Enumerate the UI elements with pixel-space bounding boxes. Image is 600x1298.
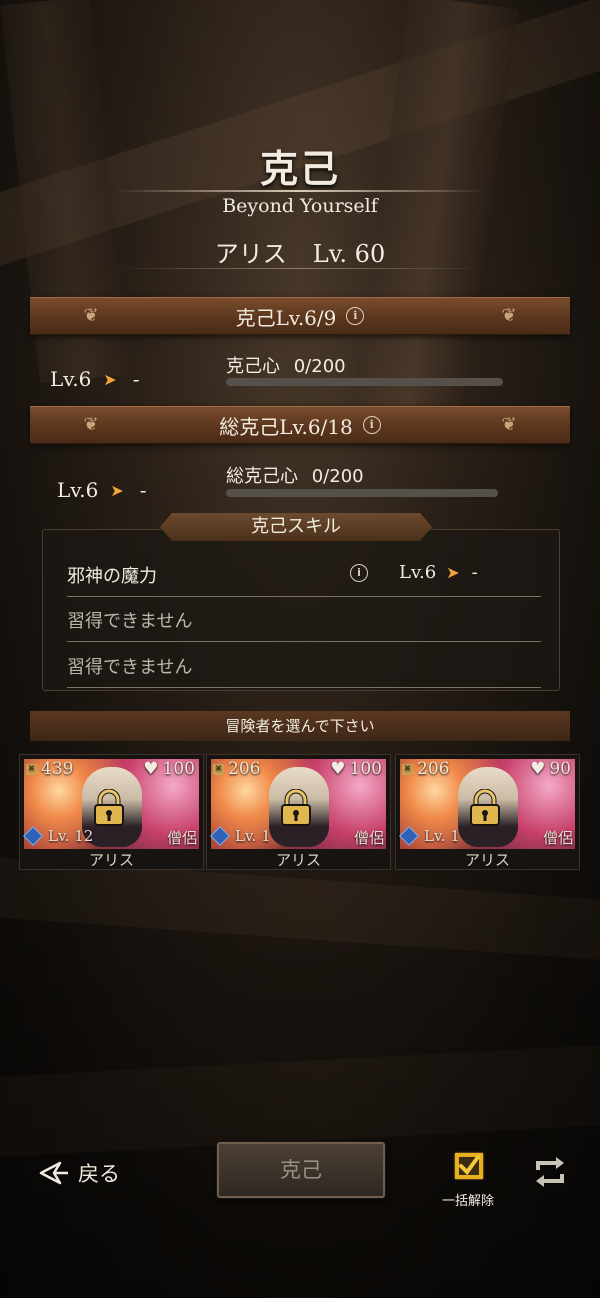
ornament-icon: ❦ bbox=[83, 414, 99, 435]
total-limit-break-progress: 総克己心 0/200 bbox=[226, 462, 364, 488]
total-limit-break-level: Lv.6 ➤ - bbox=[57, 478, 146, 502]
bulk-release-button[interactable]: 一括解除 bbox=[436, 1150, 500, 1209]
card-job: 僧侶 bbox=[353, 829, 384, 847]
next-level: - bbox=[139, 478, 147, 502]
lock-icon bbox=[470, 789, 500, 826]
card-name: アリス bbox=[275, 851, 321, 869]
bulk-release-label: 一括解除 bbox=[441, 1194, 494, 1209]
chevron-right-icon: ➤ bbox=[110, 480, 124, 500]
progress-label: 総克己心 bbox=[226, 466, 298, 487]
adventurer-card[interactable]: ✕ 206 ♥ 90 Lv. 1 僧侶 アリス bbox=[395, 754, 580, 870]
chevron-right-icon: ➤ bbox=[446, 563, 460, 582]
total-limit-break-banner-label: 総克己Lv.6/18 bbox=[219, 414, 353, 439]
lock-icon bbox=[281, 789, 311, 826]
ornament-icon: ❦ bbox=[501, 305, 517, 326]
current-level: Lv.6 bbox=[399, 562, 437, 583]
power-stat: ✕ 439 bbox=[26, 759, 74, 779]
affection-stat: ♥ 90 bbox=[530, 759, 571, 779]
page-subtitle: Beyond Yourself bbox=[222, 195, 378, 217]
skill-name: 習得できません bbox=[67, 657, 193, 678]
limit-break-banner-label: 克己Lv.6/9 bbox=[235, 305, 337, 330]
character-name: アリス bbox=[214, 240, 287, 268]
adventurer-select-banner: 冒険者を選んで下さい bbox=[30, 711, 570, 741]
next-level: - bbox=[132, 367, 140, 391]
skill-row[interactable]: 邪神の魔力 i Lv.6 ➤ - bbox=[67, 552, 541, 597]
current-level: Lv.6 bbox=[57, 478, 99, 502]
character-header: アリス Lv. 60 bbox=[0, 234, 600, 269]
card-name: アリス bbox=[464, 851, 510, 869]
ornament-icon: ❦ bbox=[83, 305, 99, 326]
ornament-icon: ❦ bbox=[501, 414, 517, 435]
adventurer-card[interactable]: ✕ 439 ♥ 100 Lv. 12 僧侶 アリス bbox=[19, 754, 204, 870]
back-button[interactable]: 戻る bbox=[38, 1158, 120, 1188]
power-icon: ✕ bbox=[213, 763, 224, 775]
power-stat: ✕ 206 bbox=[213, 759, 261, 779]
page-title: 克己 bbox=[259, 146, 340, 191]
info-icon[interactable]: i bbox=[362, 416, 381, 434]
skill-name: 邪神の魔力 bbox=[67, 566, 157, 587]
lock-icon bbox=[94, 789, 124, 826]
current-level: Lv.6 bbox=[50, 367, 92, 391]
character-divider bbox=[115, 268, 485, 269]
skill-name: 習得できません bbox=[67, 611, 193, 632]
heart-icon: ♥ bbox=[330, 759, 346, 779]
refresh-button[interactable] bbox=[532, 1154, 568, 1194]
card-level: Lv. 1 bbox=[210, 826, 271, 846]
adventurer-card[interactable]: ✕ 206 ♥ 100 Lv. 1 僧侶 アリス bbox=[206, 754, 391, 870]
total-limit-break-banner: ❦ 総克己Lv.6/18 i ❦ bbox=[30, 406, 570, 444]
chevron-right-icon: ➤ bbox=[103, 369, 117, 389]
power-stat: ✕ 206 bbox=[402, 759, 450, 779]
skill-row: 習得できません bbox=[67, 643, 541, 688]
power-icon: ✕ bbox=[402, 763, 413, 775]
back-arrow-icon bbox=[39, 1161, 68, 1185]
limit-break-progress: 克己心 0/200 bbox=[226, 352, 346, 378]
rank-icon bbox=[399, 826, 419, 846]
heart-icon: ♥ bbox=[143, 759, 159, 779]
card-job: 僧侶 bbox=[166, 829, 197, 847]
heart-icon: ♥ bbox=[530, 759, 546, 779]
character-level: Lv. 60 bbox=[312, 240, 386, 268]
limit-break-button[interactable]: 克己 bbox=[217, 1142, 385, 1198]
info-icon[interactable]: i bbox=[346, 307, 365, 325]
affection-stat: ♥ 100 bbox=[143, 759, 195, 779]
progress-value: 0/200 bbox=[311, 466, 364, 487]
limit-break-level: Lv.6 ➤ - bbox=[50, 367, 139, 391]
skill-tab: 克己スキル bbox=[160, 513, 432, 541]
rank-icon bbox=[210, 826, 230, 846]
power-icon: ✕ bbox=[26, 763, 37, 775]
checkbox-icon bbox=[453, 1151, 485, 1181]
progress-value: 0/200 bbox=[293, 356, 346, 377]
card-name: アリス bbox=[88, 851, 134, 869]
card-level: Lv. 1 bbox=[399, 826, 460, 846]
next-level: - bbox=[471, 562, 478, 583]
skill-level: Lv.6 ➤ - bbox=[399, 562, 478, 583]
rank-icon bbox=[23, 826, 43, 846]
back-label: 戻る bbox=[78, 1162, 120, 1186]
skill-panel: 邪神の魔力 i Lv.6 ➤ - 習得できません 習得できません bbox=[42, 529, 560, 691]
title-divider bbox=[115, 190, 485, 192]
total-limit-break-progress-bar bbox=[226, 489, 498, 497]
card-job: 僧侶 bbox=[542, 829, 573, 847]
limit-break-progress-bar bbox=[226, 378, 503, 386]
affection-stat: ♥ 100 bbox=[330, 759, 382, 779]
refresh-icon bbox=[536, 1157, 564, 1187]
progress-label: 克己心 bbox=[226, 356, 280, 377]
limit-break-banner: ❦ 克己Lv.6/9 i ❦ bbox=[30, 297, 570, 335]
skill-row: 習得できません bbox=[67, 597, 541, 642]
info-icon[interactable]: i bbox=[350, 564, 368, 582]
card-level: Lv. 12 bbox=[23, 826, 93, 846]
